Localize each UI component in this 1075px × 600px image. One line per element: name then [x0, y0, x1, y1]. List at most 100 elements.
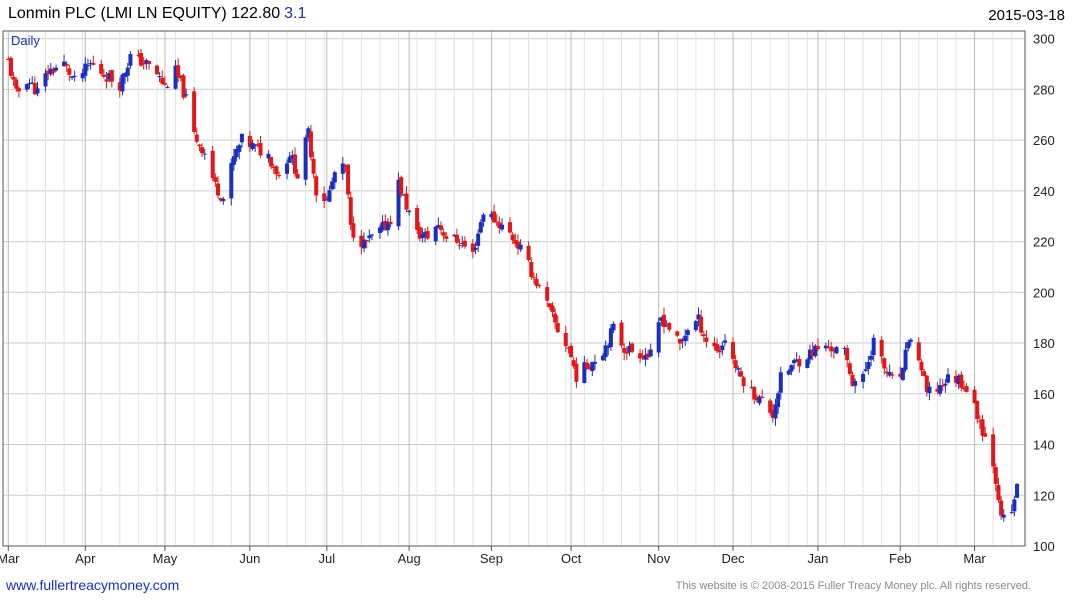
- candle-body: [165, 87, 170, 89]
- candle-body: [946, 374, 951, 383]
- candle-body: [537, 285, 542, 287]
- period-label: Daily: [11, 33, 40, 48]
- candle-body: [444, 236, 449, 239]
- candle-body: [16, 88, 21, 92]
- candle-body: [667, 323, 672, 330]
- candle-body: [109, 70, 114, 82]
- candle-body: [908, 339, 913, 342]
- candle-body: [531, 277, 536, 279]
- candle-body: [295, 173, 300, 179]
- candle-body: [922, 371, 927, 376]
- x-tick-label: Mar: [0, 551, 20, 566]
- candle-body: [202, 153, 207, 155]
- candle-body: [648, 349, 653, 357]
- candle-body: [993, 467, 998, 484]
- candle-body: [980, 419, 985, 436]
- x-tick-label: Oct: [561, 551, 582, 566]
- candle-body: [192, 91, 197, 133]
- candle-body: [1015, 483, 1020, 498]
- chart-grid: [3, 31, 1025, 547]
- candle-body: [738, 371, 743, 377]
- candle-body: [964, 386, 969, 392]
- candle-body: [14, 79, 19, 89]
- candle-body: [508, 222, 513, 233]
- price-chart: 100 120 140 160 180 200 220 240 260 280 300 Mar Apr M…: [0, 30, 1055, 566]
- candle-body: [128, 54, 133, 66]
- candle-body: [346, 164, 351, 195]
- candle-body: [619, 322, 624, 346]
- candle-body: [157, 76, 162, 78]
- candle-body: [293, 154, 297, 174]
- candle-body: [457, 245, 462, 247]
- x-tick-label: Nov: [647, 551, 671, 566]
- candle-body: [340, 163, 345, 174]
- y-tick-label: 200: [1033, 285, 1055, 300]
- candle-body: [181, 75, 186, 98]
- candle-body: [916, 342, 921, 361]
- candle-body: [983, 433, 988, 437]
- candle-body: [731, 341, 735, 360]
- x-tick-label: Dec: [721, 551, 745, 566]
- candle-body: [72, 75, 77, 77]
- candle-body: [64, 63, 69, 66]
- candle-body: [526, 245, 531, 260]
- candle-body: [441, 232, 446, 236]
- candle-body: [869, 355, 874, 360]
- candle-body: [404, 193, 409, 210]
- candle-body: [258, 143, 263, 156]
- candle-body: [778, 372, 783, 393]
- candle-body: [656, 322, 661, 353]
- candle-body: [608, 328, 613, 347]
- candle-body: [473, 247, 478, 250]
- x-tick-label: Mar: [963, 551, 986, 566]
- candle-body: [871, 337, 876, 356]
- candle-body: [630, 343, 635, 352]
- x-tick-label: Jul: [319, 551, 336, 566]
- candle-body: [367, 235, 372, 239]
- candle-body: [863, 369, 868, 371]
- candle-body: [194, 134, 199, 142]
- copyright-notice: This website is © 2008-2015 Fuller Treac…: [675, 580, 1031, 592]
- y-tick-label: 120: [1033, 488, 1055, 503]
- website-link[interactable]: www.fullertreacymoney.com: [6, 577, 179, 593]
- candle-body: [500, 224, 505, 230]
- candle-body: [991, 434, 996, 467]
- candle-body: [425, 231, 430, 239]
- y-tick-label: 100: [1033, 539, 1055, 554]
- candle-body: [592, 361, 597, 364]
- candle-body: [815, 346, 820, 350]
- candle-body: [975, 401, 980, 420]
- candle-body: [239, 133, 244, 143]
- y-tick-label: 280: [1033, 82, 1055, 97]
- candle-body: [853, 381, 858, 386]
- x-tick-label: Aug: [398, 551, 421, 566]
- candle-body: [550, 305, 555, 313]
- candle-body: [277, 175, 282, 177]
- candle-body: [683, 335, 688, 342]
- candle-body: [879, 339, 884, 357]
- candle-body: [1009, 512, 1014, 514]
- candle-body: [1001, 514, 1006, 518]
- candle-body: [274, 166, 279, 175]
- candle-body: [415, 208, 420, 230]
- candle-body: [216, 183, 221, 196]
- candle-body: [399, 177, 404, 195]
- candle-body: [563, 332, 568, 347]
- candle-body: [789, 365, 794, 372]
- candle-body: [311, 158, 316, 174]
- candle-body: [303, 137, 308, 180]
- candle-body: [147, 61, 151, 65]
- candle-body: [704, 337, 709, 342]
- candle-body: [67, 68, 72, 75]
- candle-body: [1012, 499, 1017, 512]
- candle-body: [943, 383, 948, 386]
- candle-body: [723, 340, 728, 343]
- candle-body: [101, 74, 106, 77]
- candle-body: [882, 358, 887, 369]
- candle-body: [494, 221, 499, 223]
- y-tick-label: 140: [1033, 438, 1055, 453]
- candle-body: [741, 377, 746, 387]
- candle-body: [85, 65, 90, 67]
- candle-body: [210, 150, 215, 179]
- candle-body: [462, 240, 467, 247]
